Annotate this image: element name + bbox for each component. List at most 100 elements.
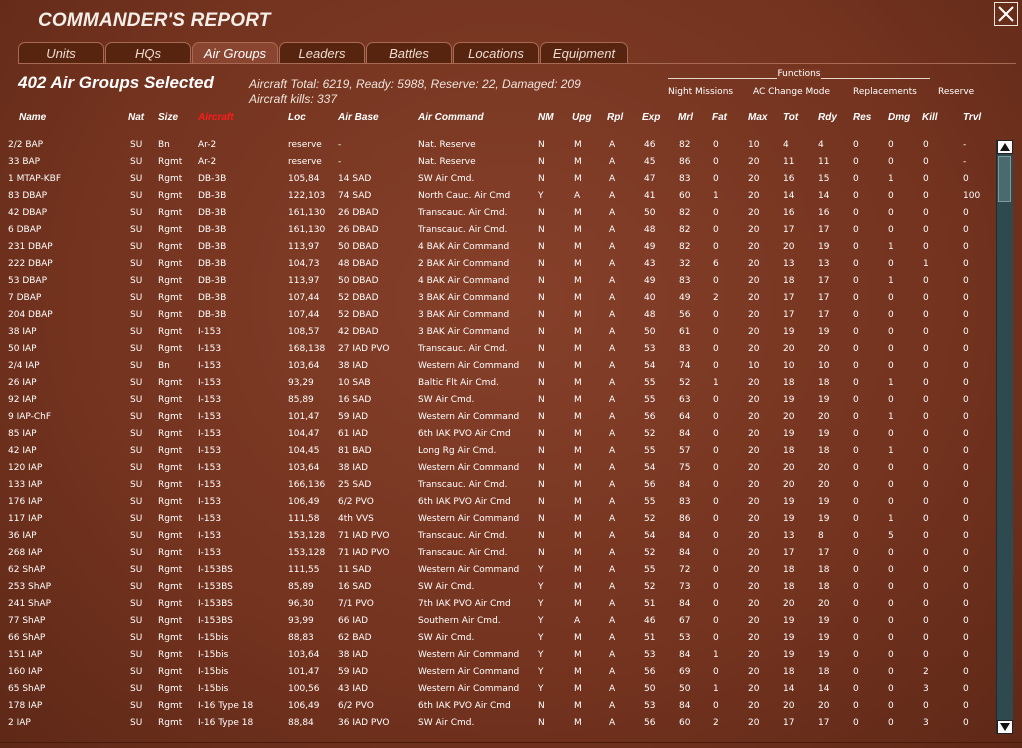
col-header-dmg[interactable]: Dmg — [888, 112, 910, 123]
cell-dmg: 0 — [888, 582, 894, 592]
night-missions-button[interactable]: Night Missions — [668, 87, 733, 97]
table-row[interactable]: 85 IAP SU Rgmt I-153 104,47 61 IAD 6th IAK PVO… — [0, 426, 995, 443]
reserve-button[interactable]: Reserve — [938, 87, 974, 97]
table-row[interactable]: 6 DBAP SU Rgmt DB-3B 161,130 26 DBAD Transcauc… — [0, 222, 995, 239]
tab-leaders[interactable]: Leaders — [279, 42, 365, 63]
cell-exp: 54 — [644, 463, 656, 473]
col-header-upg[interactable]: Upg — [572, 112, 591, 123]
table-row[interactable]: 117 IAP SU Rgmt I-153 111,58 4th VVS Western A… — [0, 511, 995, 528]
cell-upg: M — [574, 446, 582, 456]
col-header-aircraft[interactable]: Aircraft — [198, 112, 234, 123]
table-row[interactable]: 268 IAP SU Rgmt I-153 153,128 71 IAD PVO Trans… — [0, 545, 995, 562]
cell-nm: N — [538, 293, 545, 303]
col-header-nat[interactable]: Nat — [128, 112, 144, 123]
tab-bar: Units HQs Air Groups Leaders Battles Loc… — [18, 42, 629, 63]
table-row[interactable]: 160 IAP SU Rgmt I-15bis 101,47 59 IAD Western … — [0, 664, 995, 681]
cell-upg: M — [574, 463, 582, 473]
col-header-rdy[interactable]: Rdy — [818, 112, 837, 123]
table-row[interactable]: 62 ShAP SU Rgmt I-153BS 111,55 11 SAD Western … — [0, 562, 995, 579]
table-row[interactable]: 151 IAP SU Rgmt I-15bis 103,64 38 IAD Western … — [0, 647, 995, 664]
cell-tot: 19 — [783, 514, 795, 524]
table-row[interactable]: 77 ShAP SU Rgmt I-153BS 93,99 66 IAD Southern … — [0, 613, 995, 630]
cell-trvl: 0 — [963, 701, 969, 711]
scroll-down-button[interactable] — [997, 720, 1013, 734]
cell-mrl: 52 — [679, 378, 691, 388]
col-header-size[interactable]: Size — [158, 112, 178, 123]
table-row[interactable]: 53 DBAP SU Rgmt DB-3B 113,97 50 DBAD 4 BAK Air… — [0, 273, 995, 290]
table-row[interactable]: 204 DBAP SU Rgmt DB-3B 107,44 52 DBAD 3 BAK Ai… — [0, 307, 995, 324]
table-row[interactable]: 92 IAP SU Rgmt I-153 85,89 16 SAD SW Air Cmd. N… — [0, 392, 995, 409]
cell-size: Rgmt — [158, 191, 183, 201]
col-header-air-command[interactable]: Air Command — [418, 112, 484, 123]
cell-upg: M — [574, 565, 582, 575]
tab-equipment[interactable]: Equipment — [540, 42, 628, 63]
cell-air-base: 81 BAD — [338, 446, 372, 456]
cell-trvl: 0 — [963, 225, 969, 235]
table-row[interactable]: 9 IAP-ChF SU Rgmt I-153 101,47 59 IAD Western … — [0, 409, 995, 426]
ac-change-mode-button[interactable]: AC Change Mode — [753, 87, 830, 97]
col-header-name[interactable]: Name — [19, 112, 46, 123]
col-header-tot[interactable]: Tot — [783, 112, 798, 123]
cell-kill: 0 — [923, 361, 929, 371]
table-row[interactable]: 222 DBAP SU Rgmt DB-3B 104,73 48 DBAD 2 BAK Ai… — [0, 256, 995, 273]
col-header-exp[interactable]: Exp — [642, 112, 660, 123]
table-row[interactable]: 50 IAP SU Rgmt I-153 168,138 27 IAD PVO Transc… — [0, 341, 995, 358]
table-row[interactable]: 2 IAP SU Rgmt I-16 Type 18 88,84 36 IAD PVO SW… — [0, 715, 995, 732]
cell-size: Rgmt — [158, 650, 183, 660]
tab-units[interactable]: Units — [18, 42, 104, 63]
cell-nm: N — [538, 259, 545, 269]
table-row[interactable]: 241 ShAP SU Rgmt I-153BS 96,30 7/1 PVO 7th IAK… — [0, 596, 995, 613]
cell-name: 6 DBAP — [8, 225, 42, 235]
tab-air-groups[interactable]: Air Groups — [192, 42, 278, 63]
table-row[interactable]: 26 IAP SU Rgmt I-153 93,29 10 SAB Baltic Flt A… — [0, 375, 995, 392]
cell-trvl: 0 — [963, 480, 969, 490]
table-row[interactable]: 253 ShAP SU Rgmt I-153BS 85,89 16 SAD SW Air C… — [0, 579, 995, 596]
cell-max: 20 — [748, 395, 760, 405]
cell-trvl: 0 — [963, 242, 969, 252]
table-row[interactable]: 42 IAP SU Rgmt I-153 104,45 81 BAD Long Rg Air… — [0, 443, 995, 460]
col-header-loc[interactable]: Loc — [288, 112, 306, 123]
table-row[interactable]: 133 IAP SU Rgmt I-153 166,136 25 SAD Transcauc… — [0, 477, 995, 494]
cell-nat: SU — [130, 310, 143, 320]
scroll-thumb[interactable] — [998, 156, 1011, 202]
table-row[interactable]: 36 IAP SU Rgmt I-153 153,128 71 IAD PVO Transc… — [0, 528, 995, 545]
replacements-button[interactable]: Replacements — [853, 87, 917, 97]
col-header-mrl[interactable]: Mrl — [678, 112, 693, 123]
col-header-fat[interactable]: Fat — [712, 112, 727, 123]
table-row[interactable]: 38 IAP SU Rgmt I-153 108,57 42 DBAD 3 BAK Air … — [0, 324, 995, 341]
table-row[interactable]: 83 DBAP SU Rgmt DB-3B 122,103 74 SAD North Cau… — [0, 188, 995, 205]
col-header-res[interactable]: Res — [853, 112, 871, 123]
table-row[interactable]: 33 BAP SU Rgmt Ar-2 reserve - Nat. Reserve N M A 4… — [0, 154, 995, 171]
table-row[interactable]: 2/2 BAP SU Bn Ar-2 reserve - Nat. Reserve N M A 46… — [0, 137, 995, 154]
col-header-rpl[interactable]: Rpl — [607, 112, 623, 123]
col-header-nm[interactable]: NM — [538, 112, 554, 123]
cell-fat: 0 — [713, 157, 719, 167]
tab-locations[interactable]: Locations — [453, 42, 539, 63]
table-row[interactable]: 231 DBAP SU Rgmt DB-3B 113,97 50 DBAD 4 BAK Ai… — [0, 239, 995, 256]
close-button[interactable] — [994, 2, 1018, 26]
tab-battles[interactable]: Battles — [366, 42, 452, 63]
cell-dmg: 0 — [888, 718, 894, 728]
table-row[interactable]: 65 ShAP SU Rgmt I-15bis 100,56 43 IAD Western … — [0, 681, 995, 698]
cell-nat: SU — [130, 395, 143, 405]
table-row[interactable]: 66 ShAP SU Rgmt I-15bis 88,83 62 BAD SW Air Cm… — [0, 630, 995, 647]
table-row[interactable]: 42 DBAP SU Rgmt DB-3B 161,130 26 DBAD Transcau… — [0, 205, 995, 222]
cell-nat: SU — [130, 480, 143, 490]
table-row[interactable]: 178 IAP SU Rgmt I-16 Type 18 106,49 6/2 PVO 6t… — [0, 698, 995, 715]
col-header-max[interactable]: Max — [748, 112, 767, 123]
vertical-scrollbar[interactable] — [996, 140, 1013, 734]
table-row[interactable]: 176 IAP SU Rgmt I-153 106,49 6/2 PVO 6th IAK P… — [0, 494, 995, 511]
cell-trvl: 0 — [963, 276, 969, 286]
cell-size: Rgmt — [158, 582, 183, 592]
table-row[interactable]: 120 IAP SU Rgmt I-153 103,64 38 IAD Western Ai… — [0, 460, 995, 477]
scroll-up-button[interactable] — [997, 140, 1013, 154]
cell-name: 222 DBAP — [8, 259, 53, 269]
table-row[interactable]: 1 MTAP-KBF SU Rgmt DB-3B 105,84 14 SAD SW Air … — [0, 171, 995, 188]
col-header-kill[interactable]: Kill — [922, 112, 938, 123]
cell-nat: SU — [130, 242, 143, 252]
tab-hqs[interactable]: HQs — [105, 42, 191, 63]
table-row[interactable]: 7 DBAP SU Rgmt DB-3B 107,44 52 DBAD 3 BAK Air … — [0, 290, 995, 307]
col-header-trvl[interactable]: Trvl — [963, 112, 981, 123]
col-header-air-base[interactable]: Air Base — [338, 112, 379, 123]
table-row[interactable]: 2/4 IAP SU Bn I-153 103,64 38 IAD Western Air … — [0, 358, 995, 375]
